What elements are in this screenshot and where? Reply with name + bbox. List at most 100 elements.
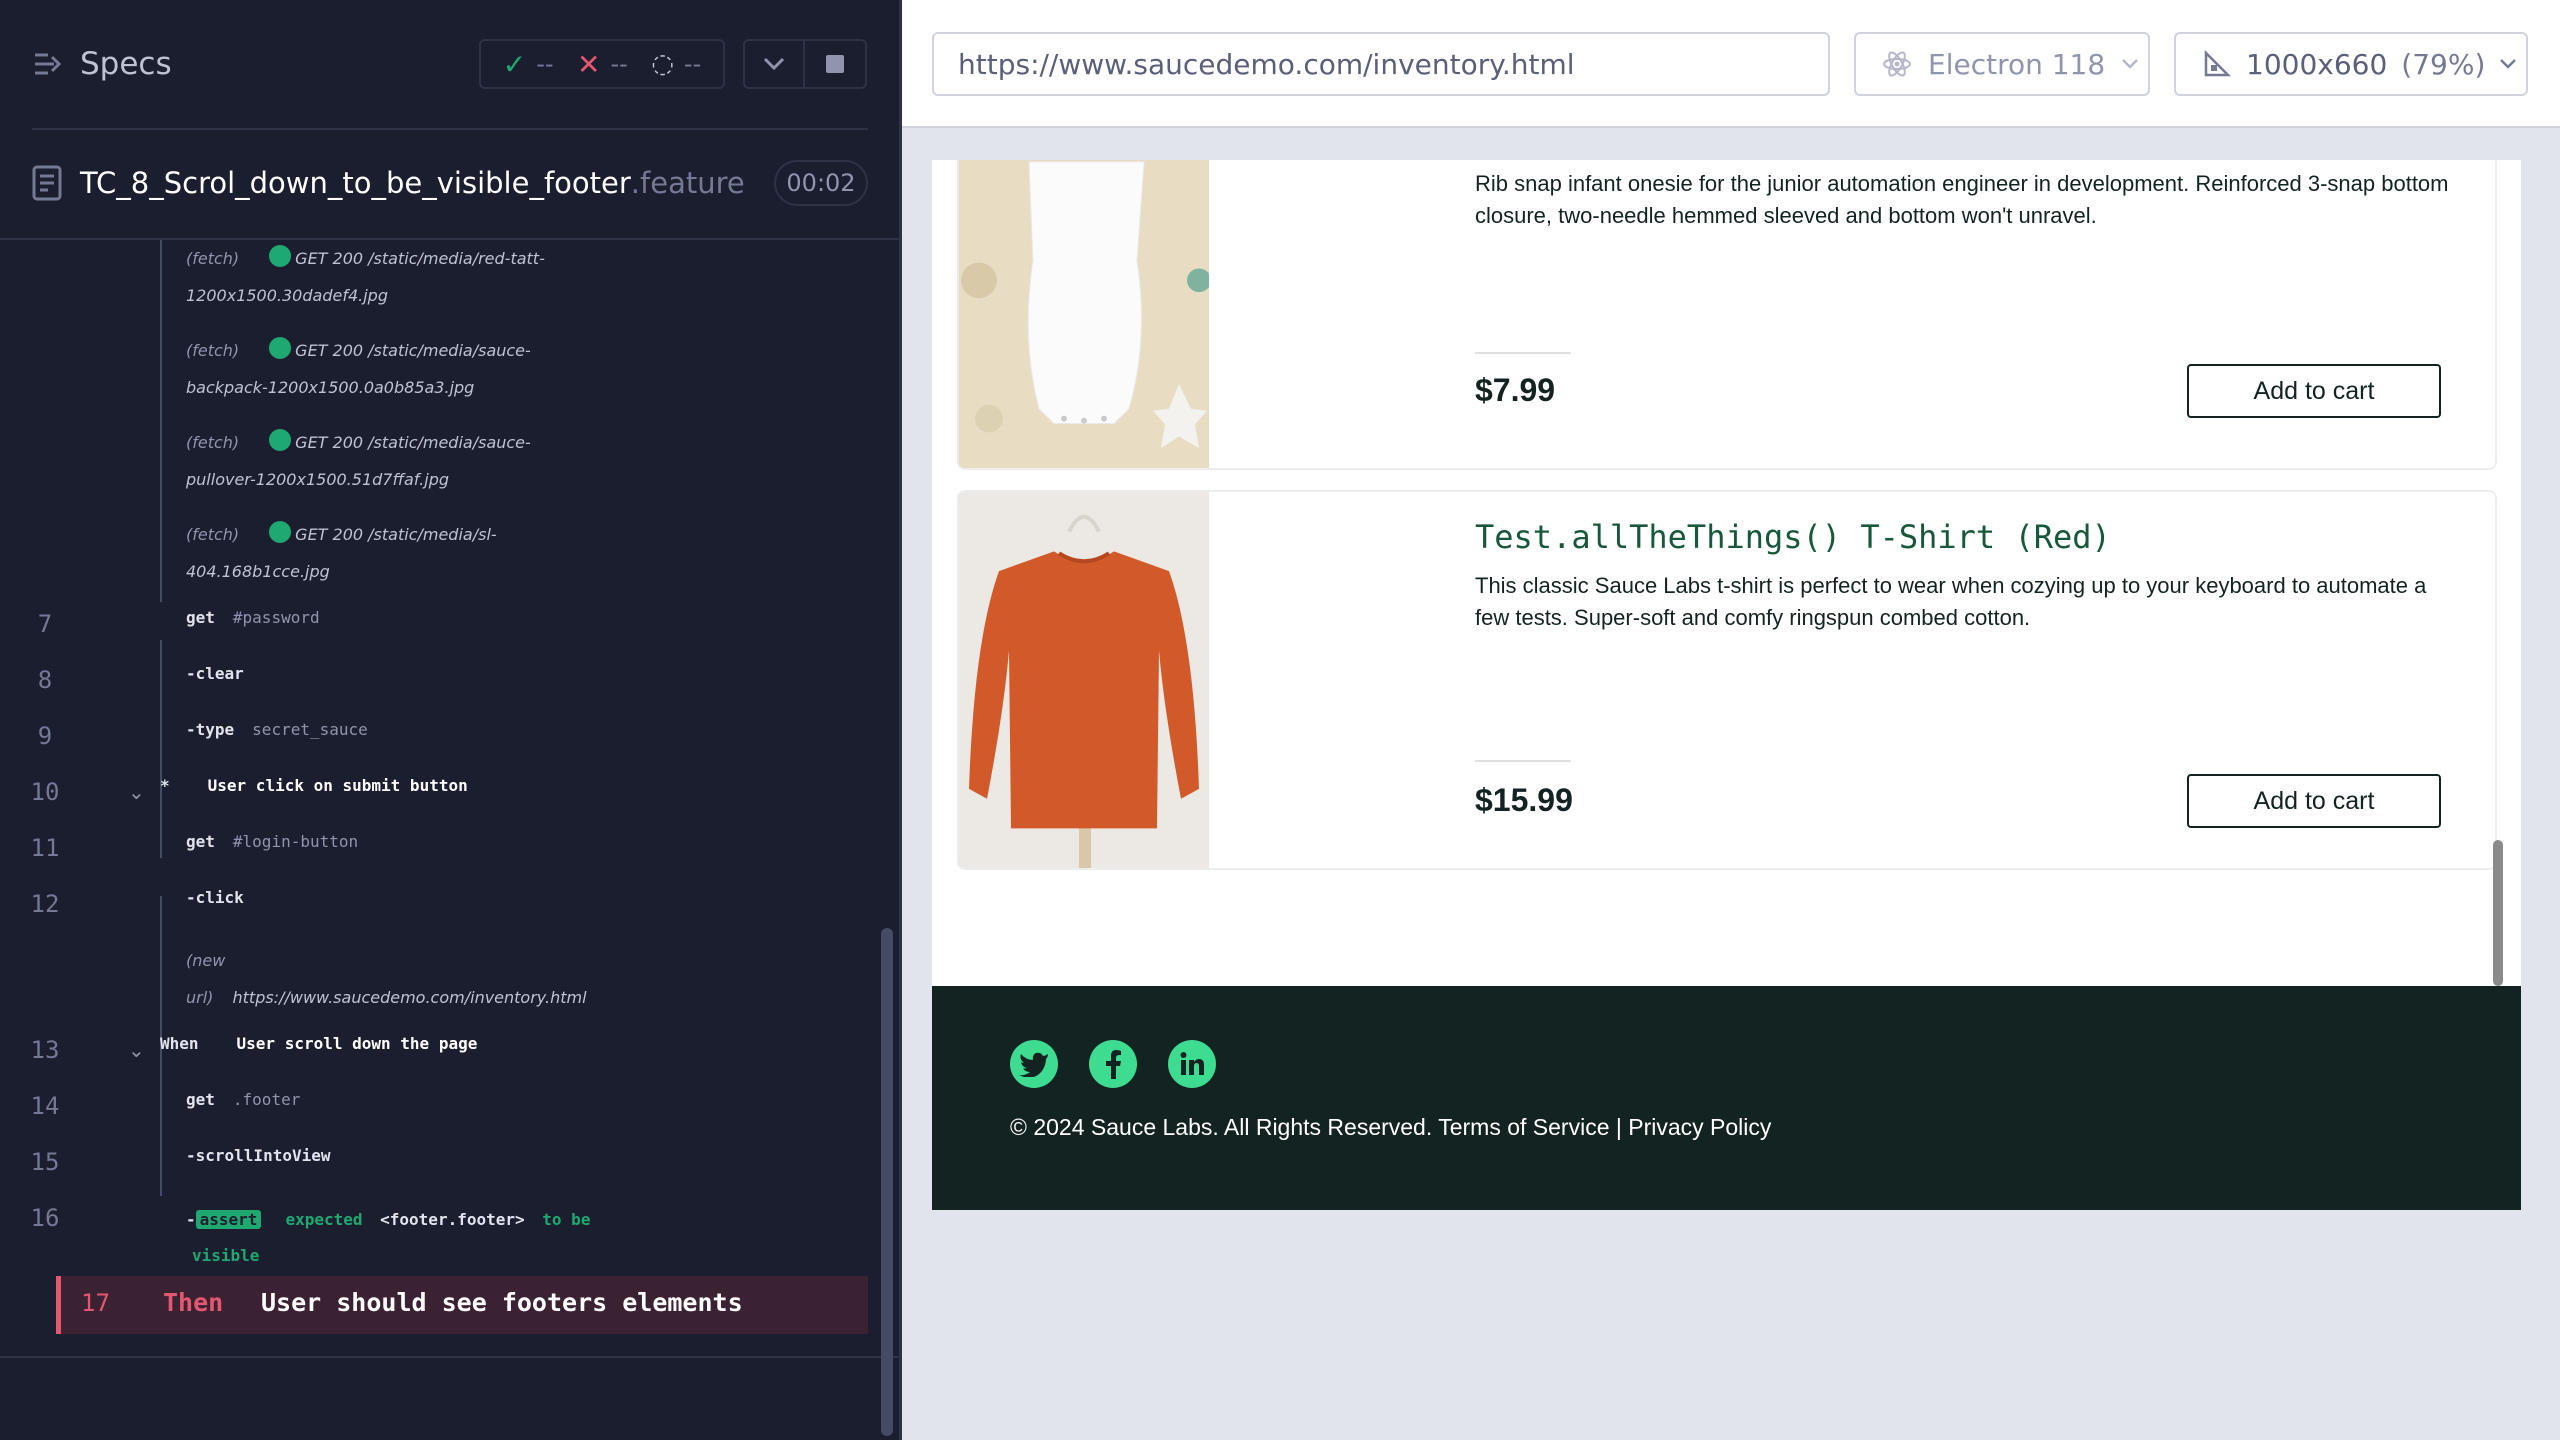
specs-button[interactable]: Specs	[32, 46, 172, 82]
new-url-value: https://www.saucedemo.com/inventory.html	[232, 988, 587, 1007]
passed-stat: ✓ --	[503, 48, 554, 81]
fetch-request: GET 200 /static/media/sauce-	[295, 433, 531, 452]
line-number: 10	[30, 778, 60, 806]
fetch-request-cont: backpack-1200x1500.0a0b85a3.jpg	[186, 378, 475, 397]
twitter-icon[interactable]	[1010, 1040, 1058, 1088]
step-then-failed[interactable]: 17 Then User should see footers elements	[56, 1276, 868, 1334]
step-keyword: When	[160, 1034, 199, 1053]
assert-subject: <footer.footer>	[380, 1210, 525, 1229]
nest-bar	[160, 640, 162, 858]
line-number: 14	[30, 1092, 60, 1120]
command-clear[interactable]: -clear	[186, 664, 244, 683]
command-log-scrollbar[interactable]	[881, 928, 893, 1436]
inventory-item: Test.allTheThings() T-Shirt (Red) This c…	[957, 490, 2497, 870]
command-arg: .footer	[232, 1090, 301, 1109]
log-bottom-divider	[0, 1356, 900, 1358]
item-description: This classic Sauce Labs t-shirt is perfe…	[1475, 573, 2427, 630]
command-click[interactable]: -click	[186, 888, 244, 907]
fetch-log-entry[interactable]: (fetch) GET 200 /static/media/sauce- pull…	[186, 424, 531, 498]
add-to-cart-button[interactable]: Add to cart	[2187, 364, 2441, 418]
status-dot	[269, 521, 292, 543]
fetch-request: GET 200 /static/media/red-tatt-	[295, 249, 545, 268]
chevron-down-icon[interactable]: ⌄	[128, 1038, 145, 1062]
command-name: get	[186, 1090, 215, 1109]
fetch-log-entry[interactable]: (fetch) GET 200 /static/media/red-tatt- 1…	[186, 240, 545, 314]
command-get-password[interactable]: get #password	[186, 608, 320, 627]
footer-copyright: © 2024 Sauce Labs. All Rights Reserved. …	[1010, 1114, 1772, 1140]
fetch-log-entry[interactable]: (fetch) GET 200 /static/media/sauce- back…	[186, 332, 531, 406]
browser-label: Electron 118	[1928, 47, 2106, 81]
command-arg: #login-button	[232, 832, 359, 851]
url-bar[interactable]: https://www.saucedemo.com/inventory.html	[932, 32, 1830, 96]
step-keyword: Then	[163, 1288, 224, 1317]
fetch-request: GET 200 /static/media/sauce-	[295, 341, 531, 360]
command-log-panel: Specs ✓ -- ✕ -- ◌ -- TC_8_Scrol_down_to_be_…	[0, 0, 900, 1440]
passed-count: --	[536, 50, 554, 78]
command-name: get	[186, 832, 215, 851]
item-title[interactable]: Test.allTheThings() T-Shirt (Red)	[1475, 518, 2111, 556]
spec-name: TC_8_Scrol_down_to_be_visible_footer	[80, 166, 631, 200]
spec-extension: .feature	[630, 166, 745, 200]
fetch-label: (fetch)	[186, 525, 240, 544]
command-assert[interactable]: - assert expected <footer.footer> to be vi…	[186, 1202, 590, 1274]
fetch-log-entry[interactable]: (fetch) GET 200 /static/media/sl- 404.168…	[186, 516, 497, 590]
step-text: User scroll down the page	[236, 1034, 478, 1053]
inventory-item: Rib snap infant onesie for the junior au…	[957, 160, 2497, 470]
command-get-login-button[interactable]: get #login-button	[186, 832, 358, 851]
step-text: User should see footers elements	[261, 1288, 743, 1317]
command-name: -type	[186, 720, 235, 739]
viewport-info[interactable]: 1000x660 (79%)	[2174, 32, 2528, 96]
command-scroll-into-view[interactable]: -scrollIntoView	[186, 1146, 331, 1165]
aut-scrollbar[interactable]	[2493, 840, 2503, 986]
facebook-icon[interactable]	[1089, 1040, 1137, 1088]
specs-label: Specs	[80, 46, 172, 82]
fetch-label: (fetch)	[186, 341, 240, 360]
command-arg: secret_sauce	[252, 720, 368, 739]
line-number: 9	[37, 722, 53, 750]
viewport-size: 1000x660	[2246, 47, 2388, 81]
spec-file-row[interactable]: TC_8_Scrol_down_to_be_visible_footer .fea…	[32, 150, 868, 216]
linkedin-icon[interactable]	[1168, 1040, 1216, 1088]
step-keyword: *	[160, 776, 170, 795]
fetch-request-cont: 404.168b1cce.jpg	[186, 562, 330, 581]
chevron-down-icon	[2500, 59, 2517, 69]
line-number: 12	[30, 890, 60, 918]
nest-bar	[160, 240, 162, 602]
line-number: 11	[30, 834, 60, 862]
command-type[interactable]: -type secret_sauce	[186, 720, 368, 739]
pending-stat: ◌ --	[651, 49, 701, 79]
aut-toolbar: https://www.saucedemo.com/inventory.html…	[902, 0, 2560, 128]
line-number: 17	[81, 1289, 110, 1317]
assert-badge: assert	[195, 1210, 262, 1229]
status-dot	[269, 245, 292, 267]
onesie-image[interactable]	[959, 160, 1209, 468]
spinner-icon: ◌	[651, 49, 674, 79]
command-get-footer[interactable]: get .footer	[186, 1090, 300, 1109]
fetch-request-cont: 1200x1500.30dadef4.jpg	[186, 286, 388, 305]
line-number: 7	[37, 610, 53, 638]
command-name: get	[186, 608, 215, 627]
item-price: $7.99	[1475, 372, 1556, 408]
stop-button[interactable]	[805, 39, 867, 89]
line-number: 8	[37, 666, 53, 694]
pending-count: --	[683, 50, 702, 78]
assert-visible: visible	[192, 1246, 260, 1265]
failed-stat: ✕ --	[577, 48, 628, 81]
browser-selector[interactable]: Electron 118	[1854, 32, 2150, 96]
ruler-icon	[2204, 49, 2232, 77]
step-and[interactable]: * User click on submit button	[160, 776, 468, 795]
chevron-down-icon[interactable]: ⌄	[128, 780, 145, 804]
new-url-entry[interactable]: (new url) https://www.saucedemo.com/inve…	[186, 942, 587, 1016]
x-icon: ✕	[576, 47, 601, 81]
price-divider	[1475, 760, 1571, 762]
add-to-cart-button[interactable]: Add to cart	[2187, 774, 2441, 828]
red-shirt-image[interactable]	[959, 492, 1209, 868]
line-number: 13	[30, 1036, 60, 1064]
line-number: 16	[30, 1204, 60, 1232]
step-when[interactable]: When User scroll down the page	[160, 1034, 477, 1053]
check-icon: ✓	[502, 47, 527, 81]
step-text: User click on submit button	[207, 776, 468, 795]
assert-expected: expected	[285, 1210, 363, 1229]
viewport-scale: (79%)	[2401, 47, 2486, 81]
toggle-auto-scroll-button[interactable]	[743, 39, 805, 89]
